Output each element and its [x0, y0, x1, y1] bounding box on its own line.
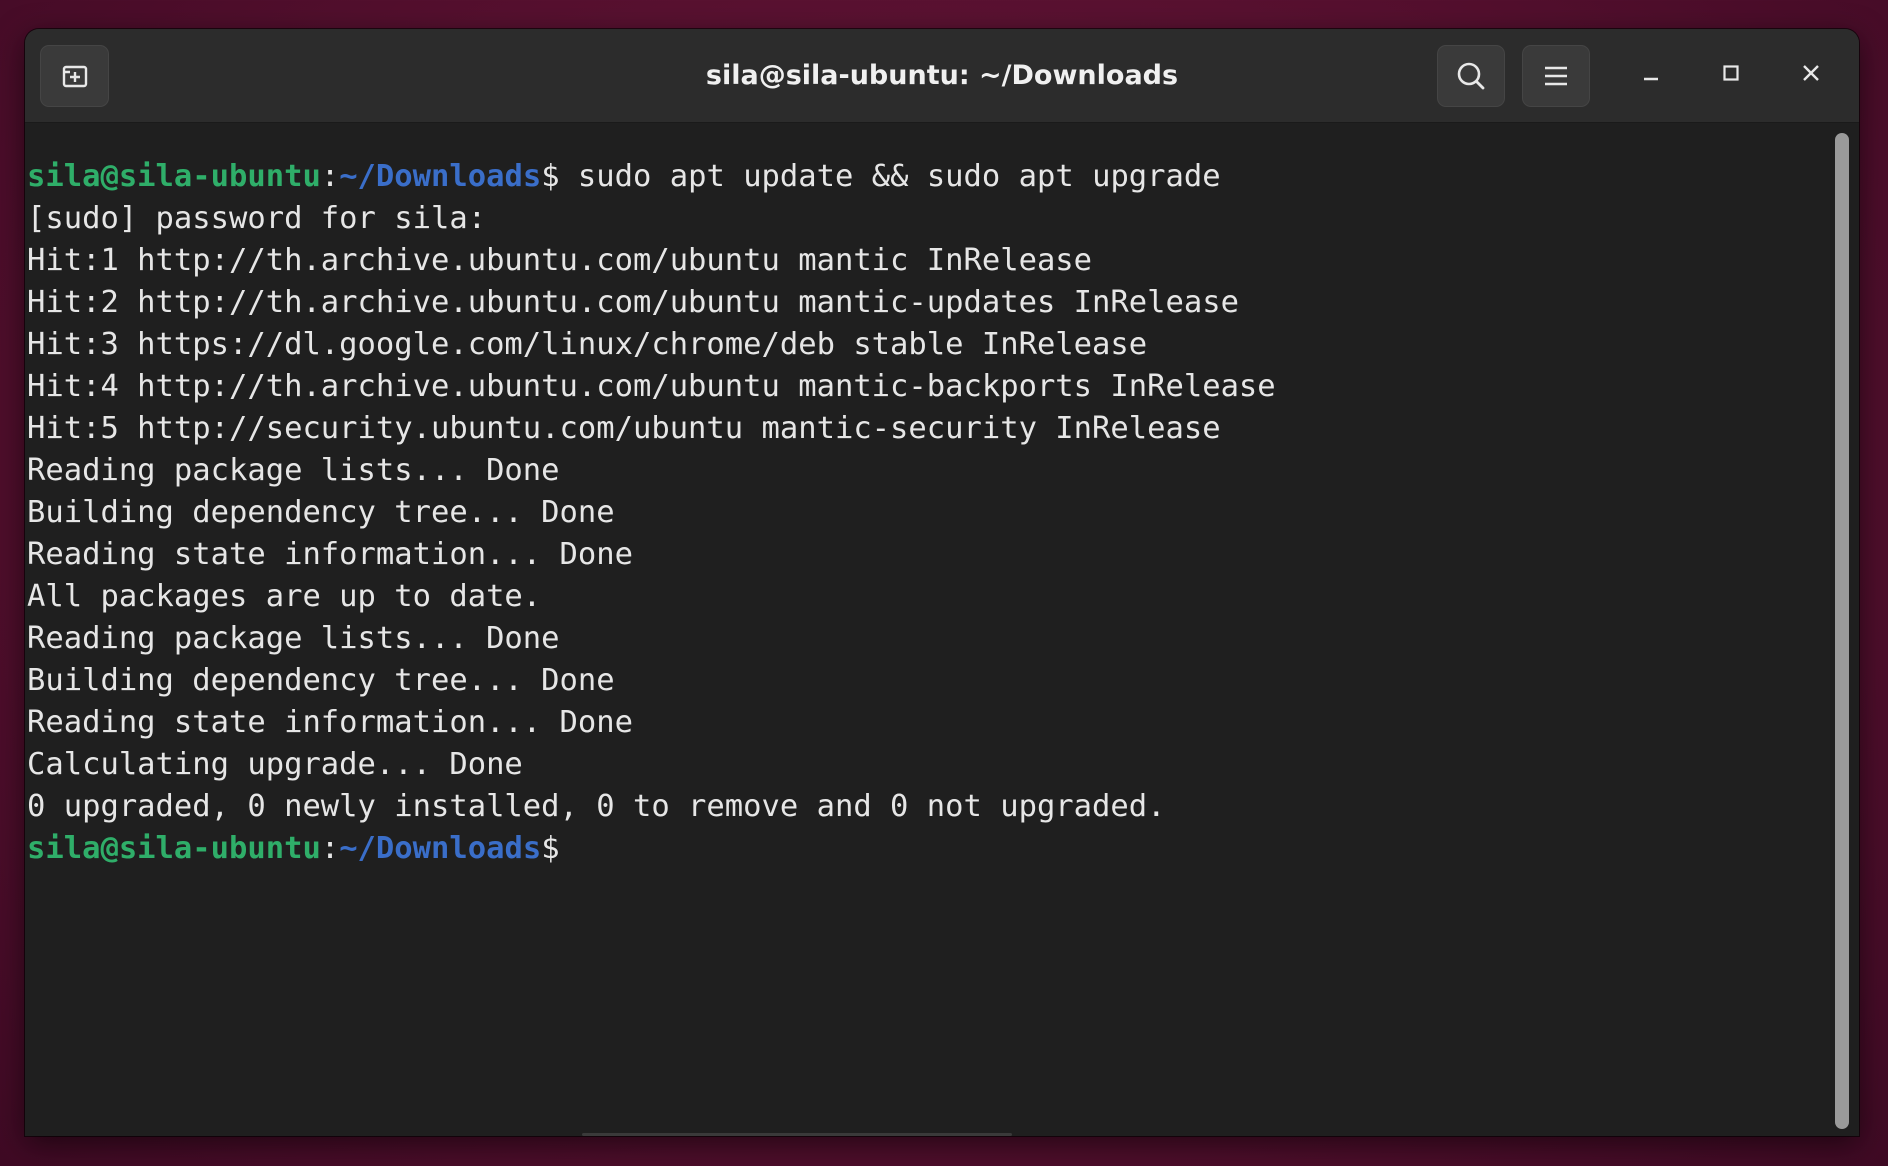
titlebar: sila@sila-ubuntu: ~/Downloads	[25, 29, 1859, 123]
command-line: sila@sila-ubuntu:~/Downloads$ sudo apt u…	[27, 156, 1221, 198]
output-line: 0 upgraded, 0 newly installed, 0 to remo…	[27, 789, 1166, 824]
prompt-path: ~/Downloads	[339, 159, 542, 194]
current-prompt-line: sila@sila-ubuntu:~/Downloads$	[27, 828, 560, 870]
maximize-icon	[1721, 63, 1741, 87]
prompt-dollar: $	[541, 831, 560, 866]
output-line: Hit:5 http://security.ubuntu.com/ubuntu …	[27, 411, 1221, 446]
minimize-icon	[1641, 63, 1661, 87]
search-icon	[1455, 60, 1487, 92]
scrollbar-thumb[interactable]	[1835, 133, 1849, 1129]
menu-button[interactable]	[1522, 45, 1590, 107]
prompt-path: ~/Downloads	[339, 831, 542, 866]
output-line: Reading state information... Done	[27, 537, 633, 572]
prompt-colon: :	[320, 831, 340, 866]
minimize-button[interactable]	[1631, 55, 1671, 95]
output-line: Building dependency tree... Done	[27, 663, 615, 698]
output-line: Hit:1 http://th.archive.ubuntu.com/ubunt…	[27, 243, 1093, 278]
prompt-dollar: $	[541, 159, 560, 194]
output-line: Reading state information... Done	[27, 705, 633, 740]
output-line: Calculating upgrade... Done	[27, 747, 523, 782]
output-line: Reading package lists... Done	[27, 453, 560, 488]
search-button[interactable]	[1437, 45, 1505, 107]
output-line: Hit:2 http://th.archive.ubuntu.com/ubunt…	[27, 285, 1239, 320]
bottom-edge-indicator	[582, 1133, 1012, 1136]
new-tab-button[interactable]	[40, 45, 109, 107]
close-icon	[1801, 63, 1821, 87]
prompt-user-host: sila@sila-ubuntu	[27, 159, 321, 194]
maximize-button[interactable]	[1711, 55, 1751, 95]
new-tab-icon	[60, 62, 90, 90]
output-line: [sudo] password for sila:	[27, 201, 487, 236]
output-line: Building dependency tree... Done	[27, 495, 615, 530]
terminal-output[interactable]: sila@sila-ubuntu:~/Downloads$ sudo apt u…	[25, 123, 1825, 1136]
output-line: Reading package lists... Done	[27, 621, 560, 656]
output-line: Hit:3 https://dl.google.com/linux/chrome…	[27, 327, 1148, 362]
command-text: sudo apt update && sudo apt upgrade	[559, 159, 1221, 194]
prompt-user-host: sila@sila-ubuntu	[27, 831, 321, 866]
prompt-colon: :	[320, 159, 340, 194]
terminal-window: sila@sila-ubuntu: ~/Downloads sila@sila-…	[25, 29, 1859, 1136]
hamburger-menu-icon	[1543, 64, 1569, 88]
output-line: All packages are up to date.	[27, 579, 542, 614]
close-button[interactable]	[1791, 55, 1831, 95]
output-line: Hit:4 http://th.archive.ubuntu.com/ubunt…	[27, 369, 1276, 404]
